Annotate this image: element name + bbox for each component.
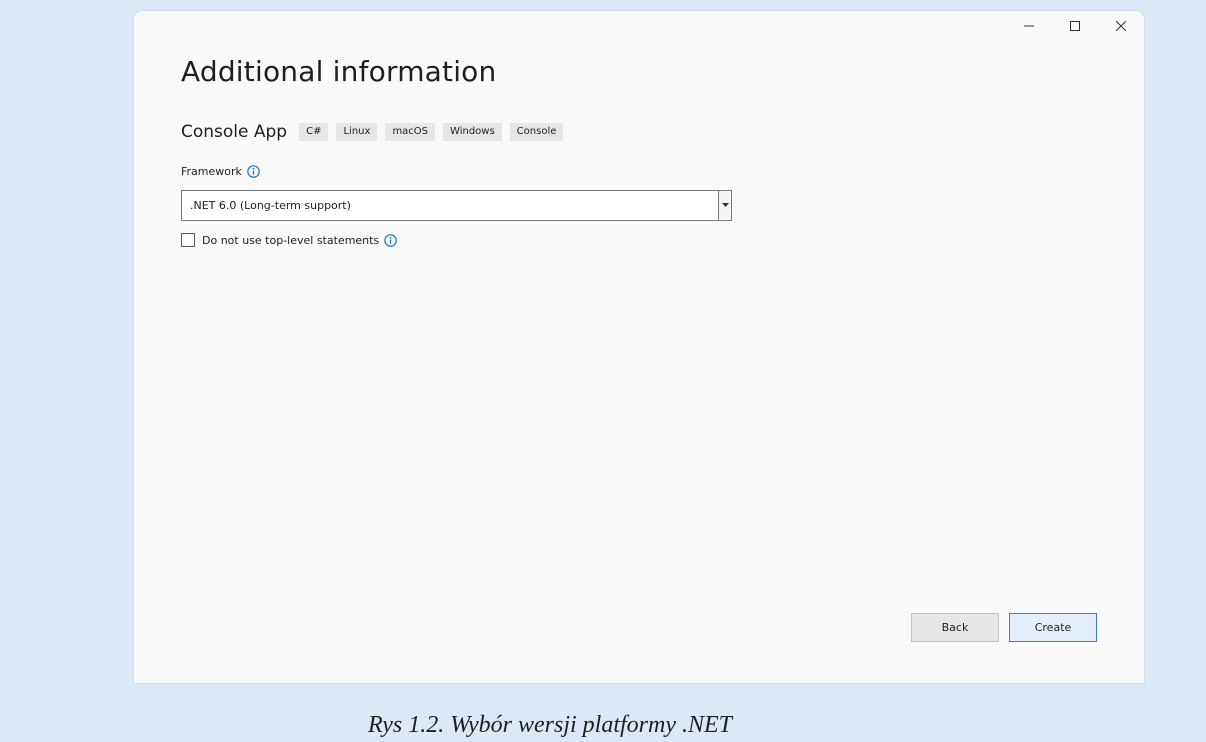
framework-label: Framework: [181, 165, 242, 178]
close-icon[interactable]: [1098, 11, 1144, 41]
maximize-icon[interactable]: [1052, 11, 1098, 41]
top-level-statements-checkbox[interactable]: [181, 233, 195, 247]
window-controls: [1006, 11, 1144, 41]
info-icon[interactable]: [384, 233, 397, 247]
tag-console: Console: [509, 123, 564, 141]
dialog-window: Additional information Console App C# Li…: [134, 11, 1144, 683]
tag-linux: Linux: [336, 123, 378, 141]
chevron-down-icon[interactable]: [718, 191, 731, 220]
framework-select[interactable]: .NET 6.0 (Long-term support): [181, 190, 732, 221]
top-level-statements-label: Do not use top-level statements: [202, 233, 380, 247]
tag-csharp: C#: [299, 123, 329, 141]
template-info: Console App C# Linux macOS Windows Conso…: [181, 122, 571, 142]
tag-windows: Windows: [443, 123, 502, 141]
top-level-statements-option: Do not use top-level statements: [181, 233, 397, 247]
tag-macos: macOS: [385, 123, 436, 141]
back-button[interactable]: Back: [911, 613, 999, 642]
page-title: Additional information: [181, 55, 497, 88]
create-button[interactable]: Create: [1009, 613, 1097, 642]
framework-label-row: Framework: [181, 165, 260, 178]
framework-selected-value: .NET 6.0 (Long-term support): [190, 199, 351, 212]
info-icon[interactable]: [247, 165, 260, 178]
figure-caption: Rys 1.2. Wybór wersji platformy .NET: [367, 712, 733, 738]
minimize-icon[interactable]: [1006, 11, 1052, 41]
template-name: Console App: [181, 122, 288, 142]
